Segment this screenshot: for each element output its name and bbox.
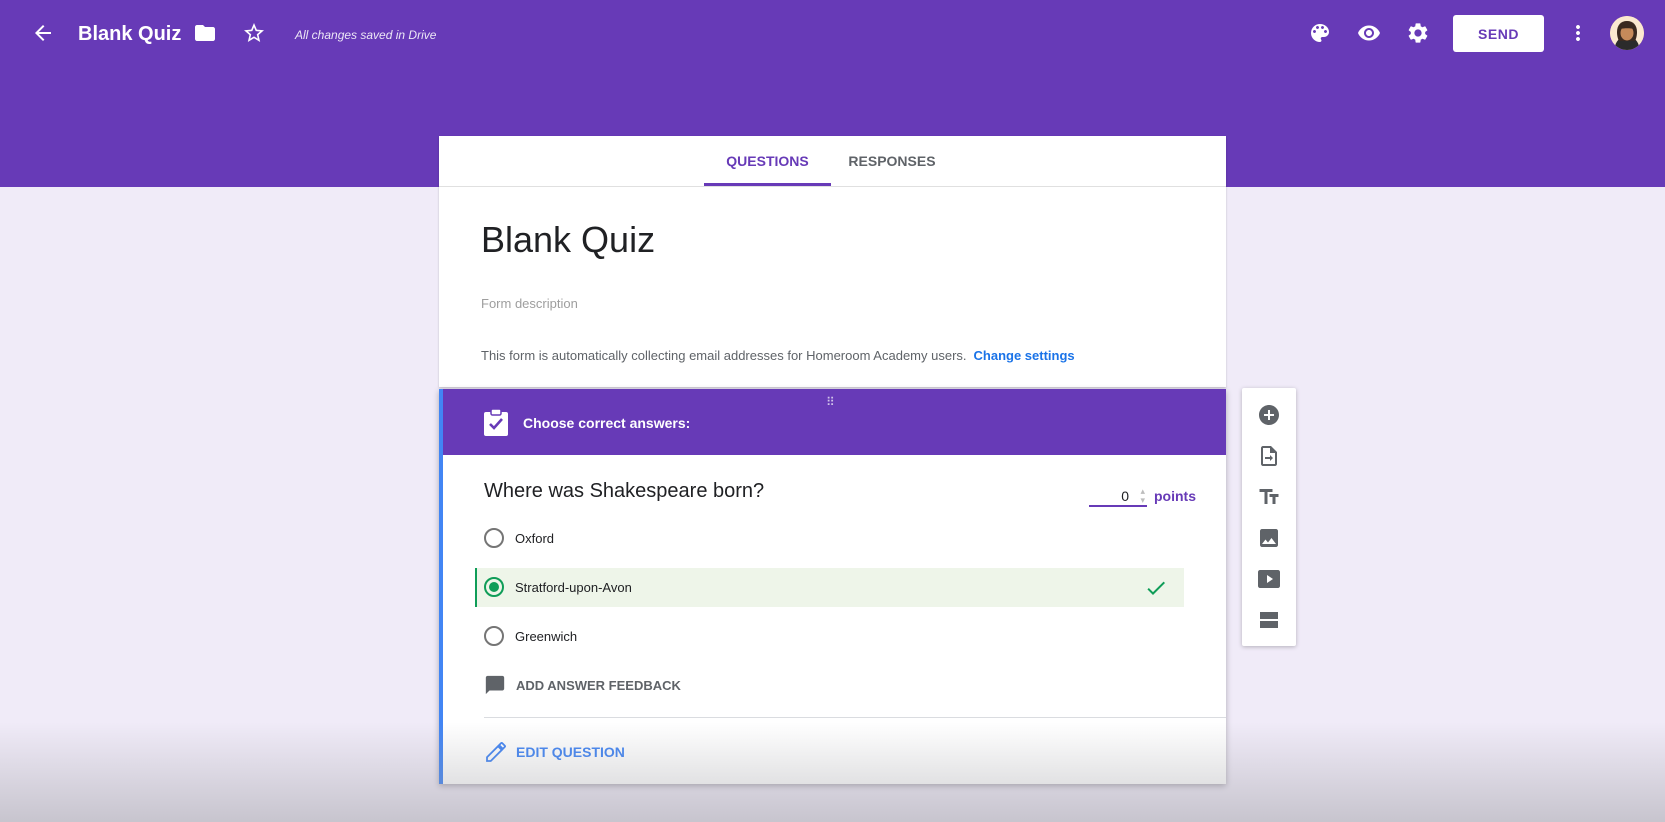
add-video-icon[interactable] [1255, 565, 1283, 593]
avatar[interactable] [1610, 16, 1644, 50]
drag-handle-icon[interactable]: ⠿ [826, 395, 836, 409]
form-description-field[interactable]: Form description [481, 296, 578, 311]
answer-option-oxford[interactable]: Oxford [475, 519, 1184, 558]
import-questions-icon[interactable] [1255, 442, 1283, 470]
more-vert-icon[interactable] [1558, 13, 1598, 53]
form-title[interactable]: Blank Quiz [481, 218, 655, 262]
points-input[interactable] [1089, 487, 1129, 505]
doc-title[interactable]: Blank Quiz [78, 20, 181, 48]
answer-option-greenwich[interactable]: Greenwich [475, 617, 1184, 656]
pencil-icon [486, 742, 506, 762]
tab-questions[interactable]: QUESTIONS [704, 136, 831, 186]
email-note-text: This form is automatically collecting em… [481, 348, 967, 363]
add-image-icon[interactable] [1255, 524, 1283, 552]
gear-icon[interactable] [1398, 13, 1438, 53]
checkmark-icon [1147, 581, 1165, 595]
tab-responses[interactable]: RESPONSES [844, 136, 940, 186]
points-label: points [1154, 488, 1196, 504]
add-title-icon[interactable] [1255, 483, 1283, 511]
edit-question-label: EDIT QUESTION [516, 744, 625, 760]
tabs-divider [439, 186, 1226, 187]
send-button[interactable]: SEND [1453, 15, 1544, 52]
back-arrow-icon[interactable] [23, 13, 63, 53]
answer-option-stratford[interactable]: Stratford-upon-Avon [475, 568, 1184, 607]
change-settings-link[interactable]: Change settings [974, 348, 1075, 363]
edit-question-button[interactable]: EDIT QUESTION [484, 740, 625, 764]
side-toolbar [1242, 388, 1296, 646]
palette-icon[interactable] [1300, 13, 1340, 53]
radio-icon[interactable] [484, 528, 504, 548]
question-card: ⠿ Choose correct answers: Where was Shak… [439, 389, 1226, 784]
answer-key-label: Choose correct answers: [523, 415, 691, 431]
option-label: Greenwich [515, 629, 578, 644]
folder-icon[interactable] [185, 13, 225, 53]
feedback-comment-icon [485, 675, 505, 695]
add-section-icon[interactable] [1255, 606, 1283, 634]
radio-icon[interactable] [484, 626, 504, 646]
question-title: Where was Shakespeare born? [484, 480, 765, 502]
answer-key-header: ⠿ Choose correct answers: [443, 389, 1226, 455]
saved-status: All changes saved in Drive [295, 28, 437, 42]
option-label: Oxford [515, 531, 555, 546]
add-question-icon[interactable] [1255, 401, 1283, 429]
clipboard-check-icon [484, 409, 508, 436]
card-divider [484, 717, 1226, 718]
email-collection-note: This form is automatically collecting em… [481, 348, 1075, 363]
option-label: Stratford-upon-Avon [515, 580, 632, 595]
eye-icon[interactable] [1349, 13, 1389, 53]
radio-selected-icon[interactable] [484, 577, 504, 597]
feedback-label: ADD ANSWER FEEDBACK [516, 677, 681, 693]
star-icon[interactable] [234, 13, 274, 53]
points-stepper-icon[interactable]: ▴ ▾ [1140, 487, 1145, 505]
points-field[interactable]: ▴▾ [1089, 487, 1147, 507]
add-answer-feedback-button[interactable]: ADD ANSWER FEEDBACK [484, 674, 681, 696]
